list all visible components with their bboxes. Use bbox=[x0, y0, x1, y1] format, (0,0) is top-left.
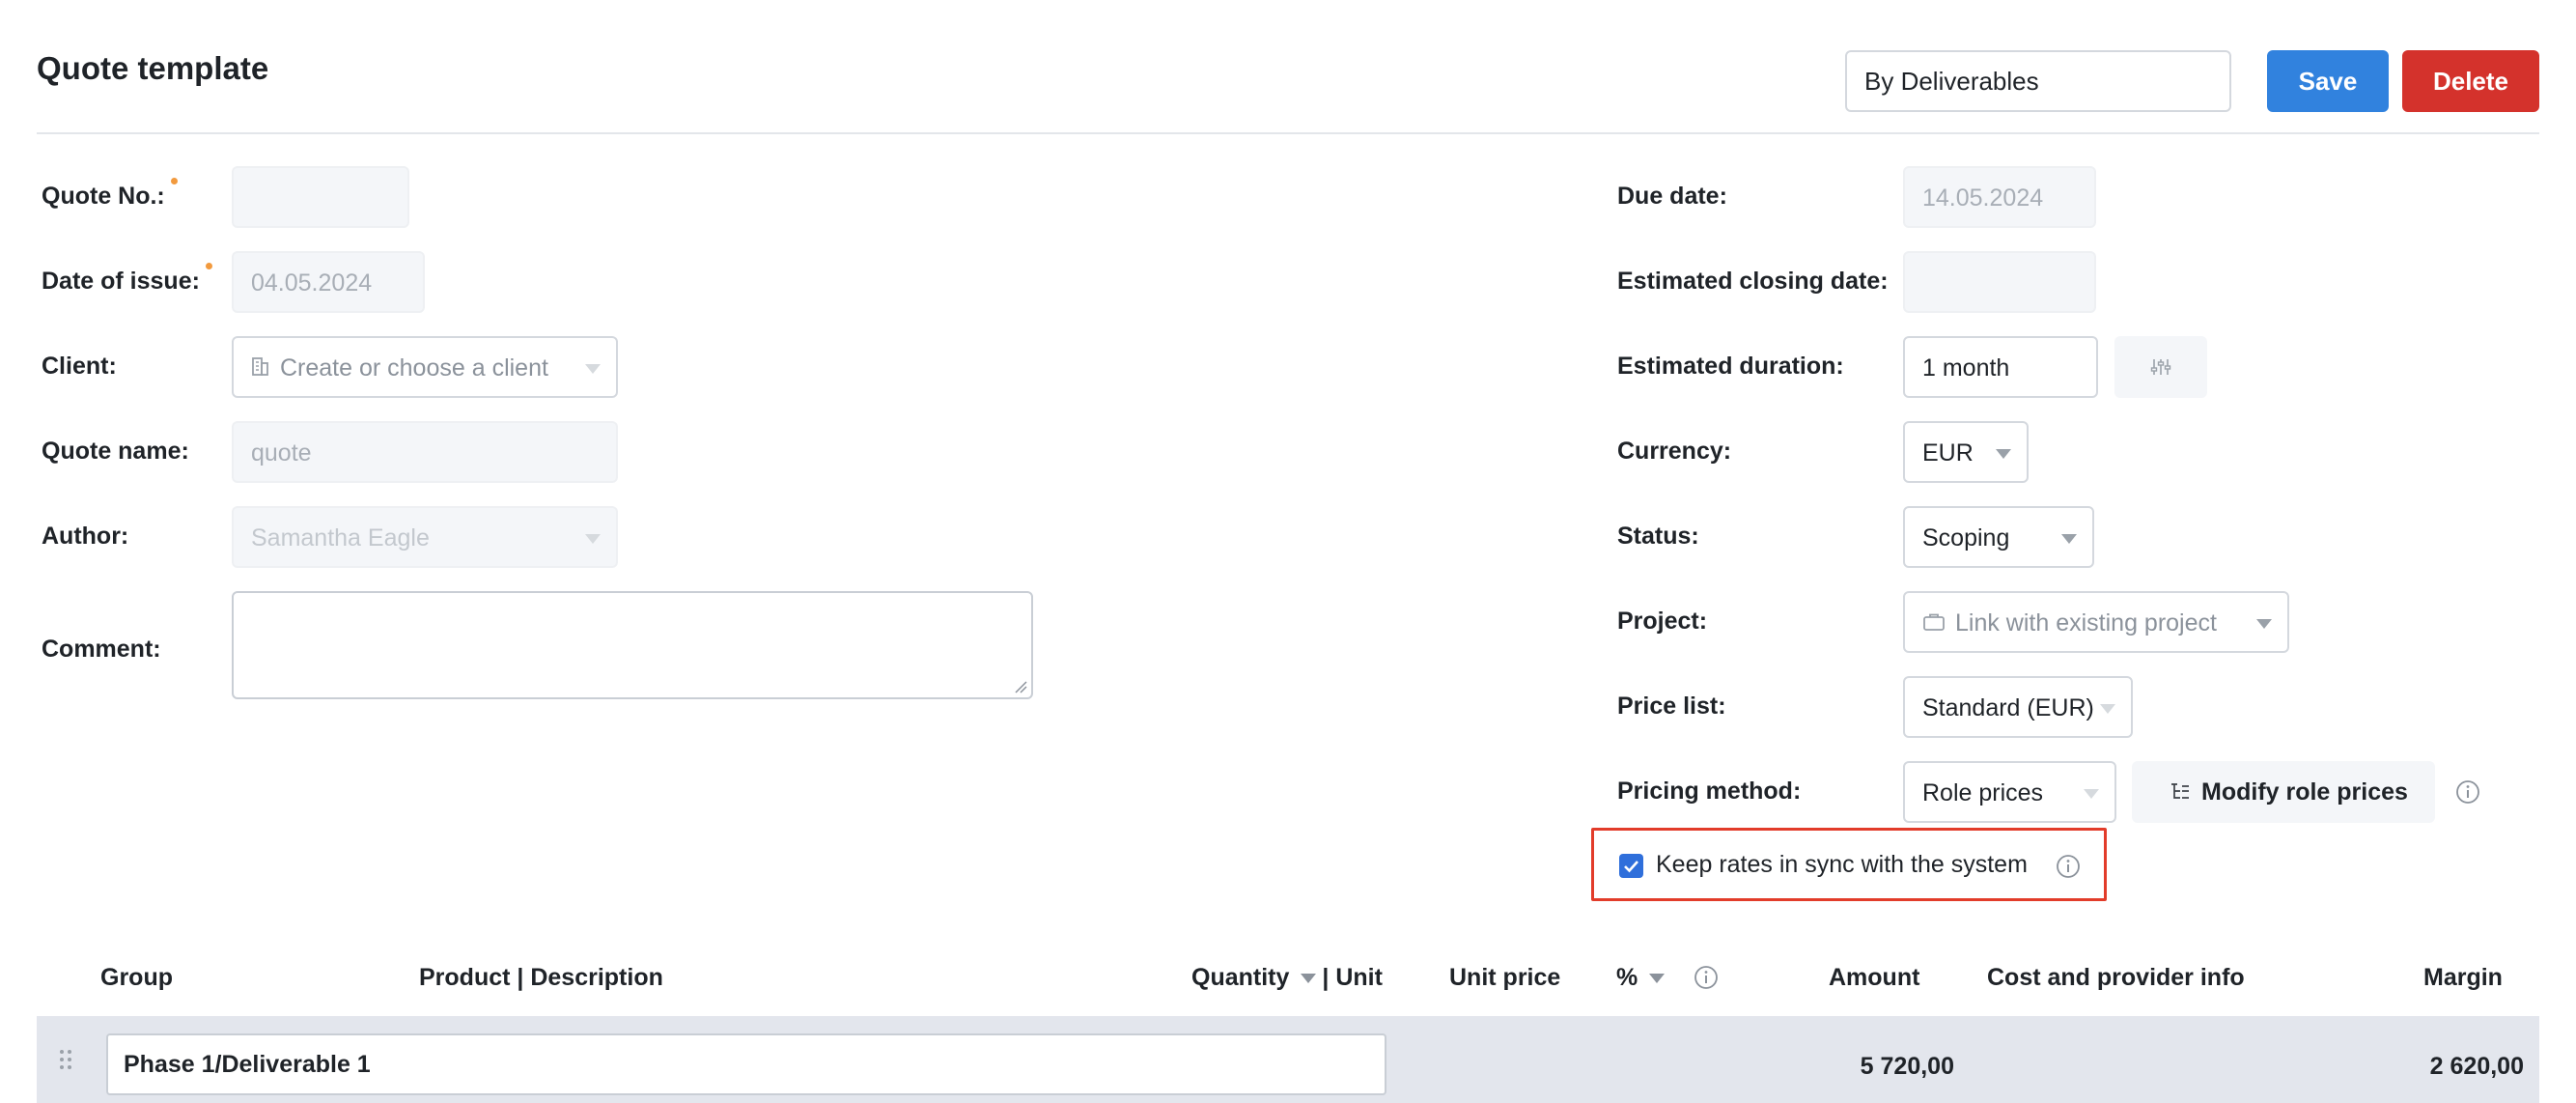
price-list-label: Price list: bbox=[1617, 693, 1726, 720]
column-header-amount[interactable]: Amount bbox=[1829, 964, 1919, 992]
template-select[interactable]: By Deliverables bbox=[1845, 50, 2231, 112]
sync-rates-checkbox[interactable] bbox=[1619, 854, 1643, 878]
chevron-down-icon bbox=[2256, 619, 2272, 629]
modify-role-prices-button[interactable]: Modify role prices bbox=[2132, 761, 2435, 823]
price-list-select[interactable]: Standard (EUR) bbox=[1903, 676, 2133, 738]
column-header-unit-price[interactable]: Unit price bbox=[1449, 964, 1560, 992]
info-icon[interactable] bbox=[2455, 779, 2480, 805]
client-label: Client: bbox=[42, 353, 117, 380]
date-of-issue-input[interactable]: 04.05.2024 bbox=[232, 251, 425, 313]
estimated-closing-date-input[interactable] bbox=[1903, 251, 2096, 313]
sliders-icon bbox=[2150, 359, 2171, 375]
client-select[interactable]: Create or choose a client bbox=[232, 336, 618, 398]
delete-button[interactable]: Delete bbox=[2402, 50, 2539, 112]
hierarchy-icon bbox=[2171, 783, 2189, 799]
chevron-down-icon bbox=[2100, 704, 2115, 714]
status-value: Scoping bbox=[1922, 524, 2010, 552]
required-indicator bbox=[205, 263, 212, 269]
chevron-down-icon bbox=[2084, 789, 2099, 799]
quantity-header-label: Quantity bbox=[1191, 964, 1290, 991]
info-icon[interactable] bbox=[1694, 965, 1719, 990]
pricing-method-select[interactable]: Role prices bbox=[1903, 761, 2116, 823]
price-list-value: Standard (EUR) bbox=[1922, 694, 2094, 721]
sync-rates-label: Keep rates in sync with the system bbox=[1656, 851, 2028, 878]
chevron-down-icon bbox=[2061, 534, 2077, 544]
resize-grip-icon[interactable] bbox=[1014, 680, 1027, 693]
info-icon[interactable] bbox=[2056, 854, 2081, 879]
due-date-label: Due date: bbox=[1617, 183, 1727, 210]
checkmark-icon bbox=[1624, 861, 1638, 873]
currency-value: EUR bbox=[1922, 439, 1974, 467]
chevron-down-icon[interactable] bbox=[1301, 974, 1317, 984]
group-margin: 2 620,00 bbox=[2429, 1053, 2524, 1080]
status-select[interactable]: Scoping bbox=[1903, 506, 2094, 568]
drag-handle-icon[interactable] bbox=[58, 1047, 73, 1072]
group-name-input[interactable]: Phase 1/Deliverable 1 bbox=[106, 1033, 1386, 1095]
author-label: Author: bbox=[42, 523, 129, 550]
project-placeholder: Link with existing project bbox=[1955, 609, 2217, 636]
column-header-margin[interactable]: Margin bbox=[2423, 964, 2503, 992]
unit-header-label: | Unit bbox=[1322, 964, 1383, 991]
pricing-method-label: Pricing method: bbox=[1617, 778, 1802, 805]
quote-no-input[interactable] bbox=[232, 166, 409, 228]
due-date-input[interactable]: 14.05.2024 bbox=[1903, 166, 2096, 228]
author-select: Samantha Eagle bbox=[232, 506, 618, 568]
chevron-down-icon bbox=[585, 364, 601, 374]
column-header-group[interactable]: Group bbox=[100, 964, 173, 992]
estimated-duration-input[interactable]: 1 month bbox=[1903, 336, 2098, 398]
project-select[interactable]: Link with existing project bbox=[1903, 591, 2289, 653]
duration-settings-button[interactable] bbox=[2114, 336, 2207, 398]
quote-name-label: Quote name: bbox=[42, 438, 189, 465]
save-button[interactable]: Save bbox=[2267, 50, 2389, 112]
currency-select[interactable]: EUR bbox=[1903, 421, 2029, 483]
column-header-quantity[interactable]: Quantity | Unit bbox=[1191, 964, 1383, 992]
briefcase-icon bbox=[1922, 594, 1946, 651]
page-title: Quote template bbox=[37, 50, 269, 86]
author-value: Samantha Eagle bbox=[251, 524, 430, 552]
date-of-issue-label: Date of issue: bbox=[42, 263, 212, 296]
chevron-down-icon bbox=[1996, 449, 2011, 459]
column-header-product-description[interactable]: Product | Description bbox=[419, 964, 663, 992]
client-placeholder: Create or choose a client bbox=[280, 354, 548, 382]
group-amount: 5 720,00 bbox=[1860, 1053, 1954, 1080]
column-header-cost-provider[interactable]: Cost and provider info bbox=[1987, 964, 2245, 992]
status-label: Status: bbox=[1617, 523, 1699, 550]
pricing-method-value: Role prices bbox=[1922, 779, 2044, 806]
estimated-closing-date-label: Estimated closing date: bbox=[1617, 268, 1889, 295]
sync-rates-highlight: Keep rates in sync with the system bbox=[1591, 828, 2107, 901]
comment-label: Comment: bbox=[42, 636, 161, 663]
estimated-duration-label: Estimated duration: bbox=[1617, 353, 1844, 380]
table-row: Phase 1/Deliverable 1 5 720,00 2 620,00 bbox=[37, 1016, 2539, 1103]
project-label: Project: bbox=[1617, 608, 1708, 635]
chevron-down-icon bbox=[585, 534, 601, 544]
column-header-percent[interactable]: % bbox=[1616, 964, 1666, 992]
comment-textarea[interactable] bbox=[232, 591, 1033, 699]
currency-label: Currency: bbox=[1617, 438, 1732, 465]
chevron-down-icon[interactable] bbox=[1649, 974, 1666, 984]
quote-no-label: Quote No.: bbox=[42, 178, 178, 211]
quote-name-input[interactable]: quote bbox=[232, 421, 618, 483]
percent-header-label: % bbox=[1616, 964, 1638, 991]
modify-role-prices-label: Modify role prices bbox=[2201, 778, 2408, 806]
header-divider bbox=[37, 132, 2539, 134]
building-icon bbox=[251, 339, 270, 396]
required-indicator bbox=[170, 178, 178, 184]
